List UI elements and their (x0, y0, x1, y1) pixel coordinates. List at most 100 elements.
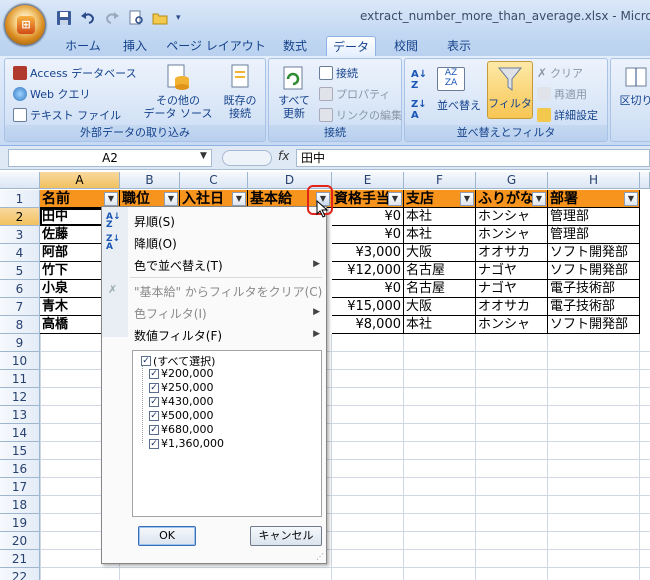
filter-dropdown-icon[interactable]: ▼ (624, 192, 638, 206)
checkbox-item[interactable]: ✓ ¥1,360,000 (149, 437, 224, 450)
row-header[interactable]: 1 (0, 190, 40, 208)
row-header[interactable]: 22 (0, 568, 40, 580)
sort-dialog-icon[interactable]: AZ ZA (437, 67, 465, 91)
web-query-button[interactable]: Web クエリ (13, 86, 90, 102)
reapply-button[interactable]: 再適用 (537, 86, 587, 102)
row-header[interactable]: 7 (0, 298, 40, 316)
filter-dropdown-icon[interactable]: ▼ (104, 192, 118, 206)
edit-links-button[interactable]: リンクの編集 (319, 107, 402, 123)
connections-button[interactable]: 接続 (319, 65, 358, 81)
table-cell[interactable]: ソフト開発部 (548, 262, 640, 280)
menu-color-filter[interactable]: 色フィルタ(I) (134, 305, 207, 322)
tab-view[interactable]: 表示 (438, 36, 480, 56)
sort-button[interactable]: 並べ替え (437, 97, 481, 113)
menu-sort-descending[interactable]: 降順(O) (134, 235, 177, 252)
row-header[interactable]: 13 (0, 406, 40, 424)
ok-button[interactable]: OK (138, 526, 196, 546)
checkbox-item[interactable]: ✓ ¥430,000 (149, 395, 214, 408)
tab-formulas[interactable]: 数式 (274, 36, 316, 56)
column-header-g[interactable]: G (476, 172, 548, 189)
name-box[interactable]: A2 (8, 149, 212, 167)
table-cell[interactable]: ホンシャ (476, 208, 548, 226)
column-header-i[interactable] (640, 172, 650, 189)
row-header[interactable]: 9 (0, 334, 40, 352)
redo-icon[interactable] (104, 10, 120, 26)
sort-az-button[interactable]: A↓ Z (411, 69, 427, 91)
column-header-f[interactable]: F (404, 172, 476, 189)
row-header[interactable]: 14 (0, 424, 40, 442)
filter-dropdown-icon[interactable]: ▼ (388, 192, 402, 206)
resize-grip-icon[interactable]: ⋰ (316, 552, 324, 561)
column-header-e[interactable]: E (332, 172, 404, 189)
fx-icon[interactable]: fx (278, 149, 289, 163)
formula-bar-resize-handle[interactable] (222, 150, 272, 166)
existing-connections-button[interactable]: 既存の 接続 (217, 63, 263, 120)
advanced-button[interactable]: 詳細設定 (537, 107, 598, 123)
row-header[interactable]: 6 (0, 280, 40, 298)
table-cell[interactable]: 大阪 (404, 244, 476, 262)
save-icon[interactable] (56, 10, 72, 26)
row-header[interactable]: 2 (0, 208, 40, 226)
row-header[interactable]: 5 (0, 262, 40, 280)
select-all-corner[interactable] (0, 172, 40, 189)
column-header-c[interactable]: C (180, 172, 248, 189)
header-cell-dept[interactable]: 部署 ▼ (548, 190, 640, 208)
table-cell[interactable]: ナゴヤ (476, 280, 548, 298)
table-cell[interactable]: ¥0 (332, 208, 404, 226)
sort-za-button[interactable]: Z↓ A (411, 99, 427, 121)
refresh-all-button[interactable]: すべて 更新 (273, 65, 315, 120)
table-cell[interactable]: ¥0 (332, 280, 404, 298)
text-file-button[interactable]: テキスト ファイル (13, 107, 121, 123)
office-button[interactable]: ⊞ (4, 4, 46, 46)
filter-dropdown-icon[interactable]: ▼ (232, 192, 246, 206)
table-cell[interactable]: ¥12,000 (332, 262, 404, 280)
header-cell-branch[interactable]: 支店 ▼ (404, 190, 476, 208)
properties-button[interactable]: プロパティ (319, 86, 390, 102)
tab-page-layout[interactable]: ページ レイアウト (164, 36, 268, 56)
table-cell[interactable]: ソフト開発部 (548, 316, 640, 334)
menu-sort-ascending[interactable]: 昇順(S) (134, 213, 175, 230)
tab-home[interactable]: ホーム (58, 36, 108, 56)
filter-dropdown-icon[interactable]: ▼ (460, 192, 474, 206)
table-cell[interactable]: 管理部 (548, 226, 640, 244)
tab-data[interactable]: データ (326, 36, 376, 56)
table-cell[interactable]: ¥8,000 (332, 316, 404, 334)
header-cell-kana[interactable]: ふりがな ▼ (476, 190, 548, 208)
row-header[interactable]: 15 (0, 442, 40, 460)
row-header[interactable]: 10 (0, 352, 40, 370)
row-header[interactable]: 8 (0, 316, 40, 334)
checkbox-item[interactable]: ✓ ¥680,000 (149, 423, 214, 436)
checkbox-item[interactable]: ✓ ¥500,000 (149, 409, 214, 422)
access-db-button[interactable]: Access データベース (13, 65, 137, 81)
row-header[interactable]: 18 (0, 496, 40, 514)
row-header[interactable]: 21 (0, 550, 40, 568)
table-cell[interactable]: 大阪 (404, 298, 476, 316)
tab-review[interactable]: 校閲 (386, 36, 426, 56)
tab-insert[interactable]: 挿入 (114, 36, 156, 56)
table-cell[interactable]: 本社 (404, 226, 476, 244)
row-header[interactable]: 19 (0, 514, 40, 532)
table-cell[interactable]: 電子技術部 (548, 280, 640, 298)
text-to-columns-button[interactable]: 区切り (613, 65, 650, 107)
table-cell[interactable]: 本社 (404, 208, 476, 226)
other-sources-button[interactable]: その他の データ ソース (143, 63, 213, 120)
table-cell[interactable]: ホンシャ (476, 226, 548, 244)
undo-icon[interactable] (80, 10, 96, 26)
filter-button[interactable]: フィルタ (487, 61, 533, 119)
row-header[interactable]: 12 (0, 388, 40, 406)
table-cell[interactable]: ホンシャ (476, 316, 548, 334)
column-header-a[interactable]: A (40, 172, 120, 189)
checkbox-item[interactable]: ✓ ¥250,000 (149, 381, 214, 394)
row-header[interactable]: 17 (0, 478, 40, 496)
clear-button[interactable]: ✗ クリア (537, 65, 583, 81)
open-folder-icon[interactable] (152, 10, 168, 26)
filter-dropdown-icon[interactable]: ▼ (532, 192, 546, 206)
table-cell[interactable]: 名古屋 (404, 262, 476, 280)
cancel-button[interactable]: キャンセル (250, 526, 322, 546)
name-box-dropdown-icon[interactable]: ▼ (200, 151, 207, 161)
row-header[interactable]: 16 (0, 460, 40, 478)
table-cell[interactable]: 管理部 (548, 208, 640, 226)
table-cell[interactable]: ナゴヤ (476, 262, 548, 280)
print-preview-icon[interactable] (128, 10, 144, 26)
filter-value-list[interactable]: ✓ (すべて選択) ✓ ¥200,000 ✓ ¥250,000 ✓ ¥430,000 ✓… (132, 350, 322, 517)
